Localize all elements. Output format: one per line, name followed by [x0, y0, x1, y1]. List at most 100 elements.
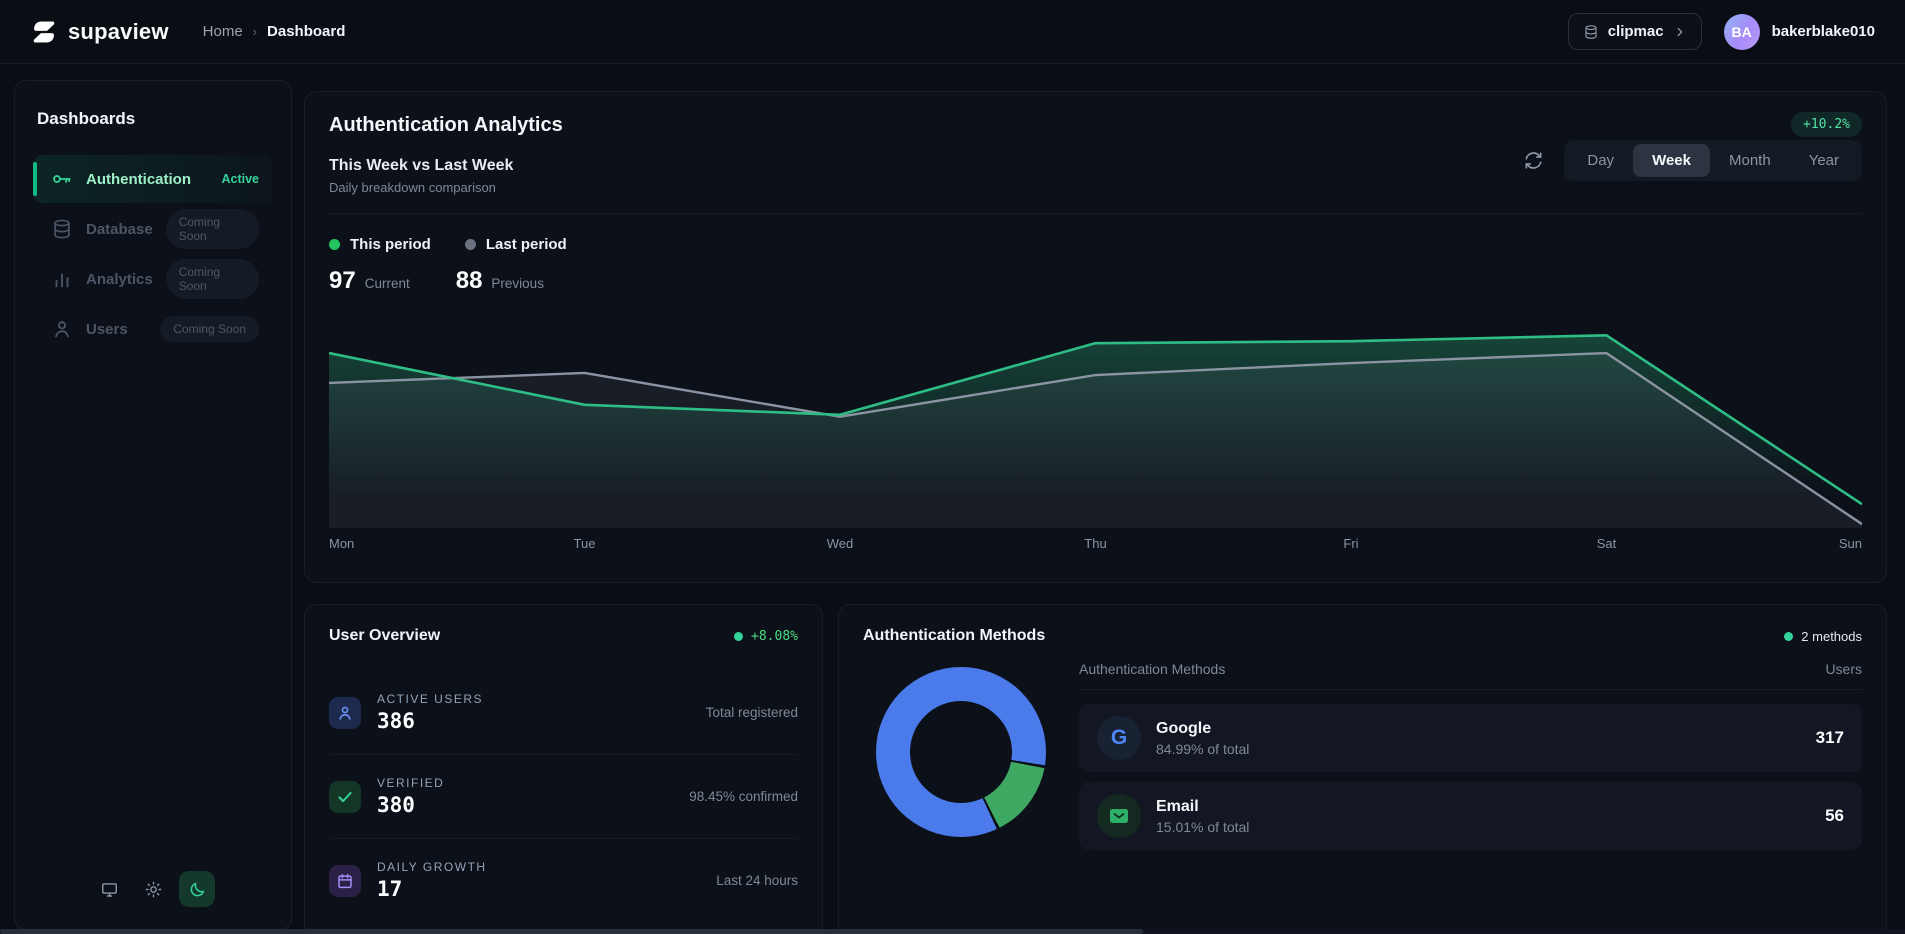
trend-chart-svg: [329, 321, 1862, 528]
status-badge: Active: [221, 172, 259, 186]
refresh-button[interactable]: [1523, 150, 1544, 171]
method-name: Email: [1156, 798, 1810, 816]
stat-value: 380: [377, 793, 673, 817]
method-users: 56: [1825, 806, 1844, 826]
current-label: Current: [365, 276, 410, 291]
project-selector-button[interactable]: clipmac: [1568, 13, 1702, 50]
growth-badge: +10.2%: [1791, 112, 1862, 137]
coming-soon-badge: Coming Soon: [160, 316, 259, 342]
table-header-methods: Authentication Methods: [1079, 661, 1225, 677]
stat-note: Total registered: [706, 705, 798, 720]
card-title: Authentication Analytics: [329, 114, 1862, 137]
legend-dot-green: [329, 239, 340, 250]
scrollbar-thumb[interactable]: [0, 929, 1143, 934]
stat-row-active-users: ACTIVE USERS 386 Total registered: [329, 671, 798, 755]
user-menu[interactable]: BA bakerblake010: [1724, 14, 1875, 50]
range-month-button[interactable]: Month: [1710, 144, 1790, 177]
database-icon: [1583, 24, 1599, 40]
sidebar-item-users[interactable]: Users Coming Soon: [33, 305, 273, 353]
axis-label: Mon: [329, 536, 354, 551]
google-icon: G: [1097, 716, 1141, 760]
period-stats: 97 Current 88 Previous: [329, 267, 544, 295]
current-value: 97: [329, 267, 356, 295]
sun-icon: [144, 880, 163, 899]
monitor-icon: [100, 880, 119, 899]
legend-label: Last period: [486, 236, 567, 253]
stat-note: 98.45% confirmed: [689, 789, 798, 804]
breadcrumb: Home › Dashboard: [203, 23, 346, 40]
growth-indicator: +8.08%: [734, 629, 798, 644]
sidebar-item-label: Authentication: [86, 171, 208, 188]
range-day-button[interactable]: Day: [1568, 144, 1633, 177]
method-users: 317: [1816, 728, 1844, 748]
table-row-google[interactable]: G Google 84.99% of total 317: [1079, 704, 1862, 772]
brand-name: supaview: [68, 19, 169, 45]
methods-donut-chart: [876, 667, 1046, 837]
authentication-methods-card: Authentication Methods 2 methods Authent…: [838, 604, 1887, 934]
table-header-users: Users: [1825, 661, 1862, 677]
axis-label: Sun: [1839, 536, 1862, 551]
authentication-analytics-card: Authentication Analytics +10.2% This Wee…: [304, 91, 1887, 583]
axis-label: Wed: [827, 536, 854, 551]
theme-switcher: [15, 871, 291, 907]
sidebar: Dashboards Authentication Active: [14, 80, 292, 930]
sidebar-item-label: Analytics: [86, 271, 153, 288]
growth-value: +8.08%: [751, 629, 798, 644]
method-share: 15.01% of total: [1156, 819, 1810, 835]
sidebar-item-database[interactable]: Database Coming Soon: [33, 205, 273, 253]
current-stat: 97 Current: [329, 267, 410, 295]
axis-label: Tue: [574, 536, 596, 551]
donut-hole: [910, 701, 1012, 803]
green-dot-icon: [734, 632, 743, 641]
x-axis-labels: Mon Tue Wed Thu Fri Sat Sun: [329, 536, 1862, 554]
theme-system-button[interactable]: [91, 871, 127, 907]
green-dot-icon: [1784, 632, 1793, 641]
stat-row-daily-growth: DAILY GROWTH 17 Last 24 hours: [329, 839, 798, 922]
divider: [329, 213, 1862, 214]
previous-label: Previous: [491, 276, 544, 291]
card-title: User Overview: [329, 627, 798, 645]
refresh-icon: [1523, 150, 1544, 171]
sidebar-item-analytics[interactable]: Analytics Coming Soon: [33, 255, 273, 303]
theme-dark-button[interactable]: [179, 871, 215, 907]
stat-value: 386: [377, 709, 690, 733]
stat-label: DAILY GROWTH: [377, 860, 700, 874]
axis-label: Fri: [1343, 536, 1358, 551]
bar-chart-icon: [51, 268, 73, 290]
previous-stat: 88 Previous: [456, 267, 544, 295]
calendar-icon: [329, 865, 361, 897]
coming-soon-badge: Coming Soon: [166, 209, 259, 249]
stat-value: 17: [377, 877, 700, 901]
table-row-email[interactable]: Email 15.01% of total 56: [1079, 782, 1862, 850]
card-title: Authentication Methods: [863, 627, 1862, 645]
legend-label: This period: [350, 236, 431, 253]
sidebar-item-label: Users: [86, 321, 147, 338]
stat-row-verified: VERIFIED 380 98.45% confirmed: [329, 755, 798, 839]
theme-light-button[interactable]: [135, 871, 171, 907]
method-name: Google: [1156, 720, 1801, 738]
methods-count: 2 methods: [1801, 629, 1862, 644]
chevron-right-icon: ›: [253, 24, 257, 39]
trend-chart: [329, 321, 1862, 528]
sidebar-item-authentication[interactable]: Authentication Active: [33, 155, 273, 203]
user-icon: [51, 318, 73, 340]
breadcrumb-home-link[interactable]: Home: [203, 23, 243, 40]
range-segmented-control: Day Week Month Year: [1564, 140, 1862, 181]
sidebar-title: Dashboards: [37, 109, 273, 129]
dashboard-app: supaview Home › Dashboard clipmac: [0, 0, 1905, 934]
avatar: BA: [1724, 14, 1760, 50]
chevron-right-icon: [1673, 25, 1687, 39]
check-icon: [329, 781, 361, 813]
axis-label: Thu: [1084, 536, 1106, 551]
range-year-button[interactable]: Year: [1790, 144, 1858, 177]
legend-dot-gray: [465, 239, 476, 250]
range-week-button[interactable]: Week: [1633, 144, 1710, 177]
chart-legend: This period Last period: [329, 236, 567, 253]
moon-icon: [188, 880, 207, 899]
chart-caption: Daily breakdown comparison: [329, 180, 1862, 195]
brand-logo[interactable]: supaview: [30, 18, 169, 46]
breadcrumb-current: Dashboard: [267, 23, 345, 40]
horizontal-scrollbar: [0, 929, 1905, 934]
project-name: clipmac: [1608, 23, 1664, 40]
user-icon: [329, 697, 361, 729]
